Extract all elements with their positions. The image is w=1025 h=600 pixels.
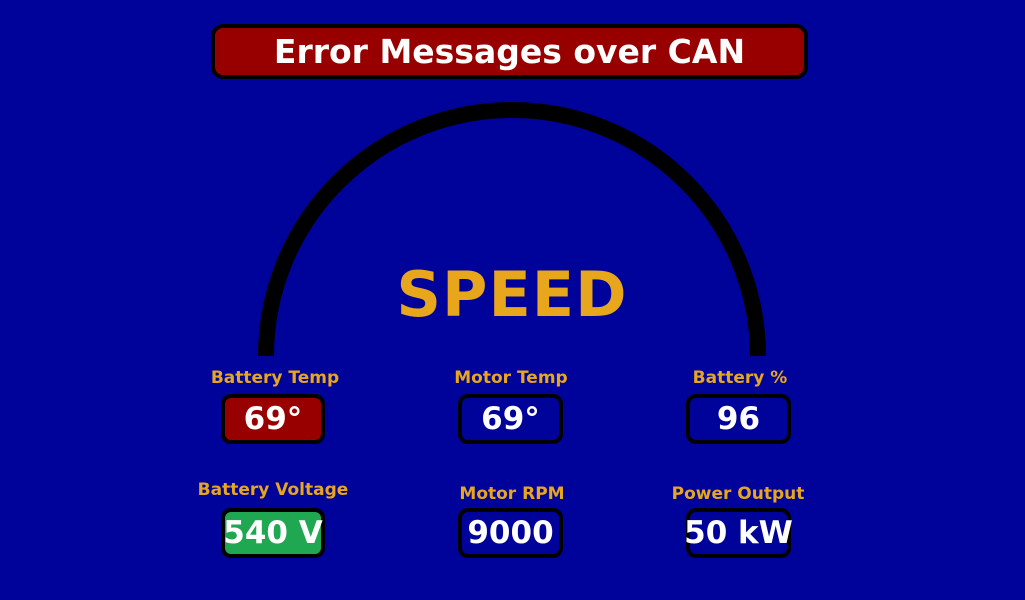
battery-temp-label: Battery Temp	[210, 368, 340, 388]
power-output-label: Power Output	[671, 484, 805, 504]
power-output-value: 50 kW	[684, 508, 793, 558]
motor-temp-value: 69°	[458, 394, 563, 444]
battery-voltage-value: 540 V	[221, 508, 325, 558]
motor-temp-label: Motor Temp	[454, 368, 568, 388]
motor-rpm-value: 9000	[458, 508, 563, 558]
battery-temp-value: 69°	[221, 394, 325, 444]
error-banner: Error Messages over CAN	[211, 24, 808, 79]
battery-voltage-label: Battery Voltage	[197, 480, 349, 500]
battery-percent-label: Battery %	[692, 368, 788, 388]
battery-percent-value: 96	[686, 394, 791, 444]
motor-rpm-label: Motor RPM	[459, 484, 565, 504]
speed-label: SPEED	[396, 257, 628, 331]
